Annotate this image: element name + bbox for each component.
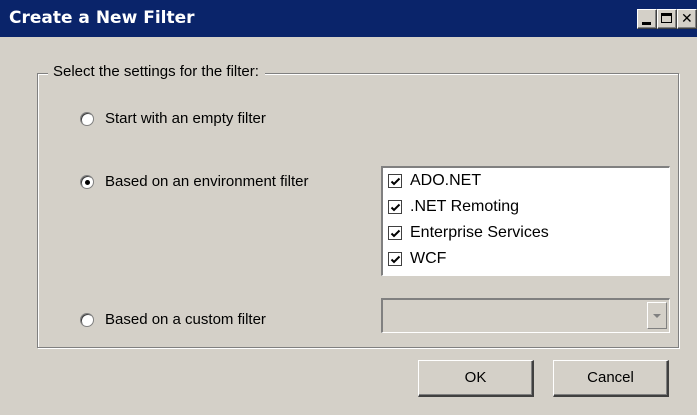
list-item[interactable]: .NET Remoting — [388, 194, 519, 220]
list-item[interactable]: WCF — [388, 246, 446, 272]
option-environment-filter[interactable]: Based on an environment filter — [80, 172, 308, 192]
minimize-button[interactable] — [637, 9, 657, 29]
custom-filter-select[interactable] — [381, 298, 670, 333]
group-legend: Select the settings for the filter: — [48, 62, 265, 82]
checkbox-enterprise-services[interactable] — [388, 226, 402, 240]
cancel-button[interactable]: Cancel — [553, 360, 669, 397]
radio-environment-filter[interactable] — [80, 175, 94, 189]
checkbox-net-remoting[interactable] — [388, 200, 402, 214]
maximize-icon — [661, 13, 672, 23]
title-bar[interactable]: Create a New Filter ✕ — [0, 0, 697, 37]
close-icon: ✕ — [681, 11, 693, 27]
list-item-label: WCF — [410, 250, 447, 267]
list-item-label: Enterprise Services — [410, 224, 549, 241]
list-item[interactable]: ADO.NET — [388, 168, 481, 194]
dropdown-button[interactable] — [647, 302, 667, 329]
list-item[interactable]: Enterprise Services — [388, 220, 549, 246]
checkmark-icon — [390, 203, 401, 212]
create-filter-dialog: Create a New Filter ✕ Select the setting… — [0, 0, 697, 415]
checkmark-icon — [390, 229, 401, 238]
radio-custom-filter[interactable] — [80, 313, 94, 327]
window-title: Create a New Filter — [9, 8, 195, 28]
radio-label-environment-filter: Based on an environment filter — [105, 173, 309, 190]
checkbox-wcf[interactable] — [388, 252, 402, 266]
maximize-button[interactable] — [657, 9, 677, 29]
ok-button[interactable]: OK — [418, 360, 534, 397]
minimize-icon — [642, 22, 651, 25]
list-item-label: .NET Remoting — [410, 198, 520, 215]
checkmark-icon — [390, 177, 401, 186]
chevron-down-icon — [653, 314, 661, 318]
radio-empty-filter[interactable] — [80, 112, 94, 126]
list-item-label: ADO.NET — [410, 172, 482, 189]
radio-label-empty-filter: Start with an empty filter — [105, 110, 266, 127]
checkbox-ado-net[interactable] — [388, 174, 402, 188]
environment-filter-list[interactable]: ADO.NET .NET Remoting Enterprise Service… — [381, 166, 670, 276]
option-empty-filter[interactable]: Start with an empty filter — [80, 109, 266, 129]
radio-label-custom-filter: Based on a custom filter — [105, 311, 266, 328]
option-custom-filter[interactable]: Based on a custom filter — [80, 310, 266, 330]
checkmark-icon — [390, 255, 401, 264]
close-button[interactable]: ✕ — [677, 9, 697, 29]
